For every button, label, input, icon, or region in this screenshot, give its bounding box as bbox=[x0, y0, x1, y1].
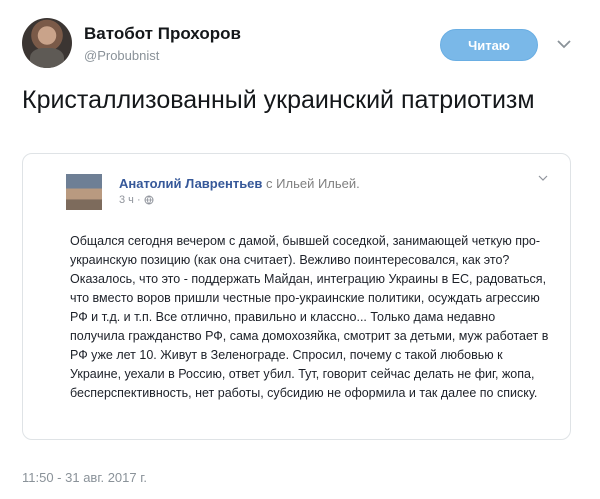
following-button[interactable]: Читаю bbox=[440, 29, 538, 61]
quoted-author-name: Анатолий Лаврентьев bbox=[119, 176, 263, 191]
avatar[interactable] bbox=[22, 18, 72, 68]
quoted-post-image: Анатолий Лаврентьев с Ильей Ильей. 3 ч ·… bbox=[22, 153, 571, 440]
quoted-author-line: Анатолий Лаврентьев с Ильей Ильей. bbox=[119, 176, 360, 191]
quoted-with-text: с Ильей Ильей. bbox=[266, 176, 360, 191]
quoted-author-avatar bbox=[66, 174, 102, 210]
tweet-card: Ватобот Прохоров @Probubnist Читаю Крист… bbox=[0, 0, 600, 499]
author-handle[interactable]: @Probubnist bbox=[84, 48, 159, 63]
author-name[interactable]: Ватобот Прохоров bbox=[84, 24, 241, 44]
more-icon bbox=[538, 170, 548, 184]
tweet-timestamp[interactable]: 11:50 - 31 авг. 2017 г. bbox=[22, 470, 147, 485]
quoted-meta: 3 ч · bbox=[119, 194, 154, 206]
quoted-time: 3 ч · bbox=[119, 194, 141, 206]
quoted-post-body: Общался сегодня вечером с дамой, бывшей … bbox=[70, 232, 550, 403]
chevron-down-icon[interactable] bbox=[554, 34, 574, 54]
tweet-text: Кристаллизованный украинский патриотизм bbox=[22, 86, 535, 114]
globe-icon bbox=[144, 195, 154, 205]
quoted-body-text: Общался сегодня вечером с дамой, бывшей … bbox=[70, 234, 549, 400]
tweet-header: Ватобот Прохоров @Probubnist Читаю bbox=[22, 18, 582, 70]
